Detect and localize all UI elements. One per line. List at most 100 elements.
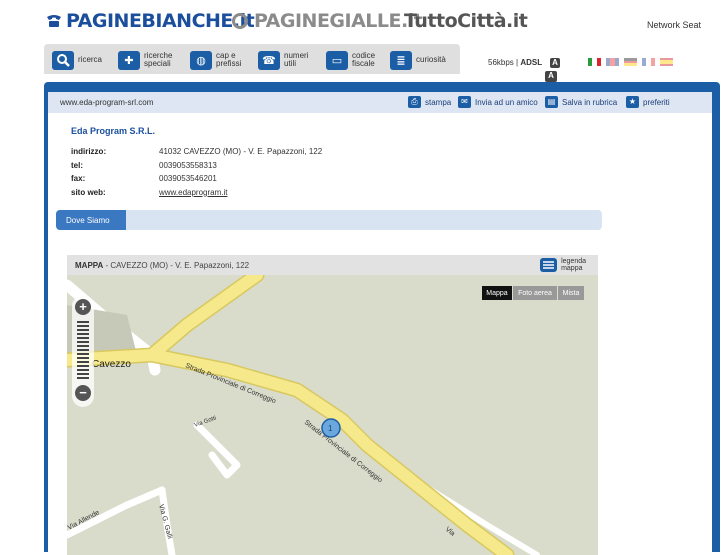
zoom-in-button[interactable]: + [75,299,91,315]
print-label: stampa [425,97,452,107]
favorites-button[interactable]: ★ preferiti [626,96,670,108]
list-icon [540,258,558,272]
paginebianche-logo[interactable]: PAGINEBIANCHE.it [46,10,255,32]
zoom-level-tick[interactable] [77,361,89,363]
paginebianche-text: PAGINEBIANCHE.it [66,10,255,32]
zoom-level-tick[interactable] [77,349,89,351]
save-label: Salva in rubrica [562,97,618,107]
flag-spain-icon[interactable] [660,58,673,66]
map-view[interactable]: Cavezzo Strada Provinciale di Correggio … [67,275,598,555]
detail-key: tel: [71,160,83,170]
paginegialle-mark-icon [232,13,248,29]
connection-adsl[interactable]: ADSL [520,58,542,67]
phone-icon: ☎ [258,50,280,70]
tool-label: numeri utili [284,51,309,68]
address-book-icon: ▤ [545,96,558,108]
zoom-level-tick[interactable] [77,365,89,367]
tuttocitta-logo[interactable]: TuttoCittà.it [404,10,528,32]
zoom-level-tick[interactable] [77,357,89,359]
tool-label: curiosità [416,55,446,64]
font-size-large-button[interactable]: A [545,71,557,82]
network-seat-link[interactable]: Network Seat [647,20,701,30]
url-bar: www.eda-program-srl.com ⎙ stampa ✉ Invia… [48,92,712,113]
map-label-town: Cavezzo [92,359,131,370]
map-type-mista-button[interactable]: Mista [558,286,584,300]
tab-bar: Dove Siamo [56,210,602,230]
paginegialle-text: PAGINEGIALLE.it [254,10,423,32]
content-panel: www.eda-program-srl.com ⎙ stampa ✉ Invia… [48,92,712,555]
font-size-small-button[interactable]: A [550,58,560,68]
brand-bar: PAGINEBIANCHE.it PAGINEGIALLE.it TuttoCi… [0,0,727,44]
map-legend-button[interactable]: legenda mappa [540,258,586,272]
zoom-level-tick[interactable] [77,341,89,343]
tuttocitta-text: TuttoCittà.it [404,10,528,32]
paginegialle-logo[interactable]: PAGINEGIALLE.it [232,10,423,32]
zoom-level-tick[interactable] [77,325,89,327]
map-panel: MAPPA - CAVEZZO (MO) - V. E. Papazzoni, … [67,255,598,555]
language-flags [588,58,673,67]
map-type-foto-aerea-button[interactable]: Foto aerea [513,286,557,300]
flag-france-icon[interactable] [642,58,655,66]
zoom-level-tick[interactable] [77,369,89,371]
flag-italy-icon[interactable] [588,58,601,66]
tool-curiosita[interactable]: ≣ curiosità [390,49,446,71]
zoom-level-tick[interactable] [77,337,89,339]
print-button[interactable]: ⎙ stampa [408,96,451,108]
detail-row-website: sito web: www.edaprogram.it [71,188,322,202]
map-canvas[interactable]: Cavezzo Strada Provinciale di Correggio … [67,275,598,555]
tool-label: cap e prefissi [216,51,242,68]
phone-handset-icon [47,15,61,27]
zoom-level-tick[interactable] [77,333,89,335]
tool-label: ricerche speciali [144,51,173,68]
zoom-out-button[interactable]: − [75,385,91,401]
map-road-gotti [193,421,241,479]
map-type-mappa-button[interactable]: Mappa [482,286,512,300]
tool-label: ricerca [78,55,103,64]
tab-dove-siamo[interactable]: Dove Siamo [56,210,126,230]
detail-row-tel: tel: 0039053558313 [71,161,322,175]
favorites-label: preferiti [643,97,670,107]
map-header: MAPPA - CAVEZZO (MO) - V. E. Papazzoni, … [67,255,598,275]
puzzle-icon: ✚ [118,50,140,70]
envelope-icon: ✉ [458,96,471,108]
map-marker-label: 1 [328,424,333,433]
detail-key: sito web: [71,187,106,197]
zoom-level-tick[interactable] [77,377,89,379]
card-icon: ▭ [326,50,348,70]
connection-selector: 56kbps | ADSL [488,58,543,67]
zoom-level-tick[interactable] [77,373,89,375]
detail-row-fax: fax: 0039053546201 [71,174,322,188]
connection-56k[interactable]: 56kbps [488,58,514,67]
map-label-via-bottom: Via [444,526,456,538]
map-address: CAVEZZO (MO) - V. E. Papazzoni, 122 [110,261,250,270]
company-details: indirizzo: 41032 CAVEZZO (MO) - V. E. Pa… [71,147,322,201]
company-url[interactable]: www.eda-program-srl.com [60,98,153,107]
map-road-allende [67,486,166,539]
tool-cap-prefissi[interactable]: ◍ cap e prefissi [190,49,241,71]
tool-codice-fiscale[interactable]: ▭ codice fiscale [326,49,375,71]
detail-value: 0039053546201 [159,174,217,183]
map-marker[interactable]: 1 [321,418,341,438]
map-title: MAPPA [75,261,104,270]
map-label-via-gotti: Via Gotti [194,415,218,428]
tool-ricerche-speciali[interactable]: ✚ ricerche speciali [118,49,172,71]
zoom-level-tick[interactable] [77,345,89,347]
zoom-level-tick[interactable] [77,329,89,331]
zoom-level-tick[interactable] [77,353,89,355]
zoom-level-tick[interactable] [77,321,89,323]
send-to-friend-button[interactable]: ✉ Invia ad un amico [458,96,538,108]
detail-row-address: indirizzo: 41032 CAVEZZO (MO) - V. E. Pa… [71,147,322,161]
website-link[interactable]: www.edaprogram.it [159,188,227,202]
company-name: Eda Program S.R.L. [71,126,156,136]
info-icon: ≣ [390,50,412,70]
save-contact-button[interactable]: ▤ Salva in rubrica [545,96,617,108]
detail-value: 0039053558313 [159,160,217,170]
flag-uk-icon[interactable] [606,58,619,66]
detail-value: 41032 CAVEZZO (MO) - V. E. Papazzoni, 12… [159,147,323,156]
detail-key: fax: [71,174,86,183]
tool-ricerca[interactable]: ricerca [52,49,102,71]
map-main-road-border [67,275,515,555]
tool-numeri-utili[interactable]: ☎ numeri utili [258,49,308,71]
tool-label: codice fiscale [352,51,376,68]
flag-germany-icon[interactable] [624,58,637,67]
